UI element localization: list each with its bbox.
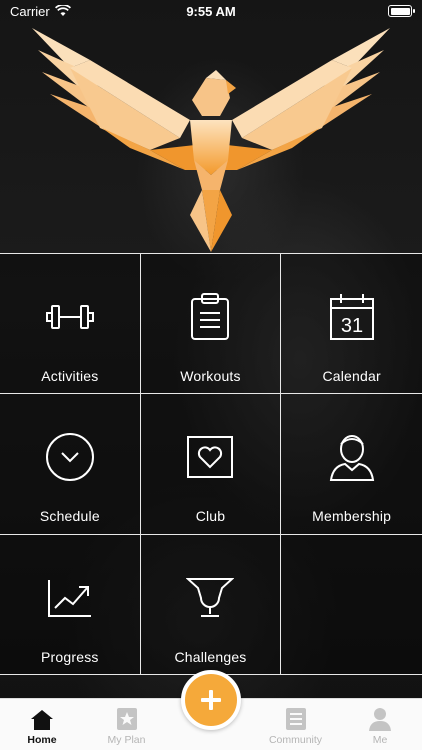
tile-progress[interactable]: Progress [0,534,141,675]
trend-chart-icon [43,571,97,625]
plus-icon [201,690,221,710]
tile-label: Schedule [39,508,100,525]
tile-label: Membership [312,508,392,525]
tab-label: Community [268,734,323,746]
tab-my-plan[interactable]: My Plan [85,698,169,750]
tile-label: Calendar [322,368,381,384]
clipboard-icon [183,290,237,344]
tile-empty [281,534,422,675]
tab-community[interactable]: Community [254,698,338,750]
tile-label: Challenges [174,648,247,665]
heart-box-icon [183,430,237,484]
trophy-icon [183,571,237,625]
calendar-day-number: 31 [341,315,363,337]
tab-label: My Plan [107,734,146,746]
carrier-label: Carrier [10,3,50,19]
document-icon [285,708,306,730]
tab-home[interactable]: Home [0,698,84,750]
tile-workouts[interactable]: Workouts [140,254,282,395]
tile-label: Activities [41,368,99,384]
tile-club[interactable]: Club [140,394,282,535]
tile-label: Progress [41,648,99,665]
tile-schedule[interactable]: Schedule [0,394,141,535]
tile-label: Workouts [180,368,241,384]
star-card-icon [116,708,137,730]
tile-membership[interactable]: Membership [281,394,422,535]
home-icon [31,710,53,730]
tab-bar: Home My Plan Community Me [0,670,422,750]
add-button[interactable] [181,670,241,730]
tile-activities[interactable]: Activities [0,254,141,395]
tab-me[interactable]: Me [338,698,422,750]
tile-calendar[interactable]: 31 Calendar [281,254,422,395]
status-bar: Carrier 9:55 AM [0,0,422,22]
tab-label: Home [27,734,57,746]
tab-label: Me [372,734,388,746]
fab-container [169,670,253,750]
profile-icon [369,708,391,731]
phoenix-logo [32,28,390,252]
chevron-circle-icon [43,430,97,484]
tile-challenges[interactable]: Challenges [140,534,282,675]
menu-grid: Activities Workouts 31 Calendar Schedule… [0,253,422,675]
battery-icon [388,5,415,17]
dumbbell-icon [43,290,97,344]
tile-label: Club [195,508,226,525]
wifi-icon [54,5,71,16]
calendar-icon: 31 [325,290,379,344]
user-icon [325,430,379,484]
